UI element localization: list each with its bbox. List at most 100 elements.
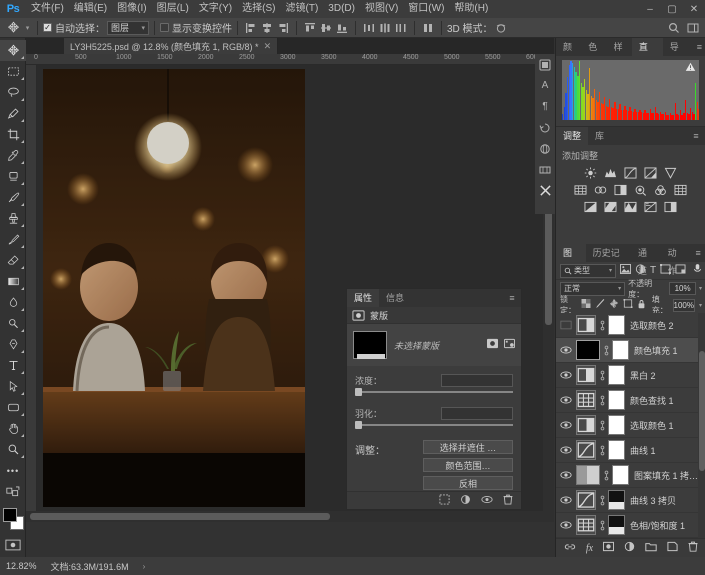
lock-artboard-icon[interactable] (623, 299, 633, 311)
menu-item-1[interactable]: 编辑(E) (69, 0, 112, 18)
align-top-edges-icon[interactable] (302, 20, 318, 36)
align-left-edges-icon[interactable] (243, 20, 259, 36)
channel-mixer-icon[interactable] (653, 182, 669, 197)
brush-tool[interactable] (0, 187, 26, 208)
invert-button[interactable]: 反相 (423, 476, 513, 490)
tab-actions[interactable]: 动作 (660, 244, 691, 276)
slider-knob[interactable] (355, 388, 362, 396)
mask-link-icon[interactable] (598, 420, 606, 431)
align-vertical-centers-icon[interactable] (318, 20, 334, 36)
adjustment-filter-icon[interactable] (635, 264, 646, 277)
document-tab[interactable]: LY3H5225.psd @ 12.8% (颜色填充 1, RGB/8) * ✕ (64, 38, 279, 54)
layer-mask-thumbnail[interactable] (608, 515, 625, 535)
menu-item-9[interactable]: 窗口(W) (403, 0, 449, 18)
layer-filter-dropdown[interactable]: 类型 ▾ (560, 263, 616, 278)
character-icon[interactable]: A (535, 75, 555, 96)
quick-selection-tool[interactable] (0, 103, 26, 124)
close-button[interactable]: ✕ (683, 0, 705, 18)
layer-thumbnail[interactable] (576, 340, 600, 360)
shape-filter-icon[interactable] (660, 264, 672, 277)
layer-visibility-icon[interactable] (558, 488, 574, 513)
layer-thumbnail[interactable] (576, 415, 596, 435)
tab-histogram[interactable]: 直方图 (631, 38, 663, 88)
auto-select-dropdown[interactable]: 图层 ▾ (107, 20, 149, 35)
crop-tool[interactable] (0, 124, 26, 145)
layer-thumbnail[interactable] (576, 515, 596, 535)
density-slider[interactable] (355, 388, 513, 396)
path-selection-tool[interactable] (0, 376, 26, 397)
distribute-spacing-icon[interactable] (420, 20, 436, 36)
curves-icon[interactable] (623, 165, 639, 180)
layer-visibility-icon[interactable] (558, 338, 574, 363)
feather-value[interactable] (441, 407, 513, 420)
mask-link-icon[interactable] (598, 520, 606, 531)
quick-mask-button[interactable] (0, 536, 26, 554)
layer-visibility-icon[interactable] (558, 413, 574, 438)
vibrance-icon[interactable] (663, 165, 679, 180)
layer-thumbnail[interactable] (576, 315, 596, 335)
history-icon[interactable] (535, 117, 555, 138)
feather-slider[interactable] (355, 421, 513, 429)
selective-color-icon[interactable] (663, 199, 679, 214)
fill-value[interactable]: 100% (672, 298, 695, 312)
tab-color[interactable]: 颜色 (556, 38, 582, 70)
distribute-left-icon[interactable] (361, 20, 377, 36)
menu-item-5[interactable]: 选择(S) (237, 0, 280, 18)
menu-item-2[interactable]: 图像(I) (112, 0, 151, 18)
minimize-button[interactable]: – (639, 0, 661, 18)
levels-icon[interactable] (603, 165, 619, 180)
vector-mask-icon[interactable] (504, 338, 515, 352)
mask-link-icon[interactable] (598, 395, 606, 406)
select-and-mask-button[interactable]: 选择并遮住 … (423, 440, 513, 454)
distribute-right-icon[interactable] (393, 20, 409, 36)
layer-mask-thumbnail[interactable] (608, 440, 625, 460)
load-selection-icon[interactable] (439, 493, 450, 508)
tab-channels[interactable]: 通道 (631, 244, 661, 276)
layer-thumbnail[interactable] (576, 440, 596, 460)
tab-history[interactable]: 历史记录 (585, 244, 631, 276)
invert-icon[interactable] (583, 199, 599, 214)
layer-visibility-icon[interactable] (558, 313, 574, 338)
fill-chevron-icon[interactable]: ▾ (699, 302, 702, 309)
marquee-tool[interactable] (0, 61, 26, 82)
panel-menu-icon[interactable]: ≡ (503, 289, 521, 307)
menu-item-7[interactable]: 3D(D) (323, 0, 360, 18)
menu-item-3[interactable]: 图层(L) (152, 0, 194, 18)
layer-visibility-icon[interactable] (558, 463, 574, 488)
layer-thumbnail[interactable] (576, 390, 596, 410)
pen-tool[interactable] (0, 334, 26, 355)
layer-row[interactable]: 颜色查找 1 (556, 388, 705, 413)
apply-mask-icon[interactable] (460, 494, 471, 508)
eraser-tool[interactable] (0, 250, 26, 271)
layer-mask-thumbnail[interactable] (608, 490, 625, 510)
scrollbar-thumb[interactable] (30, 513, 330, 520)
layer-row[interactable]: 选取颜色 1 (556, 413, 705, 438)
exposure-icon[interactable] (643, 165, 659, 180)
move-tool[interactable] (0, 40, 26, 61)
tab-libraries[interactable]: 库 (588, 127, 612, 145)
color-swatch-icon[interactable] (535, 54, 555, 75)
blur-tool[interactable] (0, 292, 26, 313)
photo-filter-icon[interactable] (633, 182, 649, 197)
layer-list-scrollbar[interactable] (698, 313, 705, 538)
color-balance-icon[interactable] (593, 182, 609, 197)
workspace-icon[interactable] (685, 20, 701, 36)
threshold-icon[interactable] (623, 199, 639, 214)
scrollbar-thumb[interactable] (699, 351, 705, 471)
paragraph-icon[interactable]: ¶ (535, 96, 555, 117)
tab-styles[interactable]: 样式 (606, 38, 632, 70)
tab-info[interactable]: 信息 (379, 289, 412, 307)
lock-all-icon[interactable] (637, 299, 646, 312)
layer-mask-thumbnail[interactable] (608, 390, 625, 410)
layer-row[interactable]: 曲线 1 (556, 438, 705, 463)
panel-menu-icon[interactable]: ≡ (687, 127, 705, 145)
opacity-value[interactable]: 10% (669, 282, 696, 295)
mask-thumbnail[interactable] (353, 331, 387, 359)
gradient-map-icon[interactable] (643, 199, 659, 214)
menu-item-4[interactable]: 文字(Y) (194, 0, 237, 18)
mask-link-icon[interactable] (602, 345, 610, 356)
zoom-tool[interactable] (0, 439, 26, 460)
mask-link-icon[interactable] (602, 470, 610, 481)
layer-thumbnail[interactable] (576, 365, 596, 385)
foreground-color-swatch[interactable] (3, 508, 17, 522)
